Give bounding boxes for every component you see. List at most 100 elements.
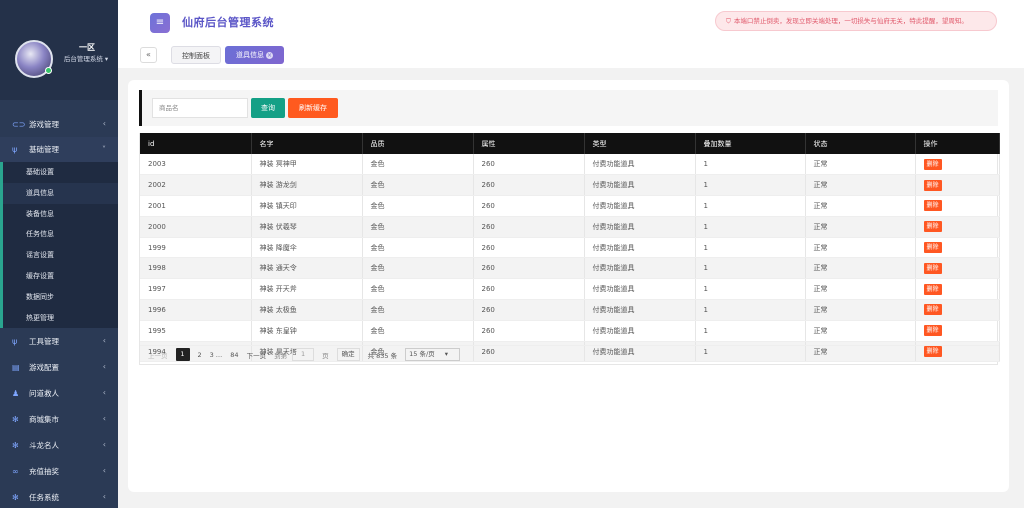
profile-name: 一区 — [79, 43, 95, 52]
table-cell: 正常 — [805, 299, 916, 321]
profile-subtitle-dropdown[interactable]: 后台管理系统 ▾ — [54, 53, 118, 63]
table-cell: 付费功能道具 — [584, 195, 696, 217]
next-page-button[interactable]: 下一页 — [247, 350, 267, 360]
goto-label: 到第 — [274, 351, 288, 360]
action-cell: 删除 — [915, 299, 1000, 321]
menu-item-game-manage[interactable]: ⊂⊃ 游戏管理 ‹ — [0, 111, 118, 137]
delete-button[interactable]: 删除 — [923, 200, 942, 212]
submenu-basic-manage: 基础设置 道具信息 装备信息 任务信息 谣言设置 缓存设置 数据同步 热更管理 — [0, 162, 118, 329]
product-name-input[interactable] — [152, 98, 248, 118]
chevron-left-icon: ‹ — [102, 388, 106, 398]
query-button[interactable]: 查询 — [251, 98, 285, 118]
refresh-cache-button[interactable]: 刷新缓存 — [288, 98, 338, 118]
action-cell: 删除 — [915, 216, 1000, 238]
avatar[interactable] — [15, 40, 53, 78]
submenu-item[interactable]: 基础设置 — [3, 162, 118, 183]
table-cell: 金色 — [362, 154, 474, 176]
table-cell: 260 — [473, 195, 585, 217]
submenu-item[interactable]: 任务信息 — [3, 224, 118, 245]
submenu-item[interactable]: 装备信息 — [3, 204, 118, 225]
page-number[interactable]: 3 — [210, 351, 214, 359]
tab-item-info[interactable]: 道具信息 × — [225, 46, 284, 64]
table-cell: 260 — [473, 216, 585, 238]
table-row: 1995 神装 东皇钟 金色 260 付费功能道具 1 正常 删除 — [140, 320, 1000, 342]
prev-page-button[interactable]: 上一页 — [148, 350, 168, 360]
chevron-left-icon: ‹ — [102, 466, 106, 476]
column-header[interactable]: 属性 — [473, 133, 585, 154]
close-icon[interactable]: × — [266, 51, 273, 59]
table-cell: 1 — [695, 299, 806, 321]
submenu-item[interactable]: 热更管理 — [3, 308, 118, 329]
page-unit-label: 页 — [322, 351, 329, 360]
submenu-item[interactable]: 数据同步 — [3, 287, 118, 308]
column-header[interactable]: 叠加数量 — [695, 133, 806, 154]
delete-button[interactable]: 删除 — [923, 262, 942, 274]
gear-icon: ✻ — [12, 492, 19, 502]
submenu-item-active[interactable]: 道具信息 — [3, 182, 118, 204]
goto-page-input[interactable]: 1 — [292, 348, 315, 361]
action-cell: 删除 — [915, 174, 1000, 197]
utensils-icon: ψ — [12, 336, 18, 346]
page-size-select[interactable]: 15 条/页 ▾ — [405, 348, 460, 361]
table-cell: 付费功能道具 — [584, 174, 696, 197]
chevron-left-icon: ‹ — [102, 336, 106, 346]
menu-item-basic-manage[interactable]: ψ 基础管理 ˅ — [0, 137, 118, 162]
delete-button[interactable]: 删除 — [923, 304, 942, 316]
table-cell: 1995 — [140, 320, 252, 342]
table-row: 1998 神装 通天令 金色 260 付费功能道具 1 正常 删除 — [140, 257, 1000, 280]
table-row: 1996 神装 太极鱼 金色 260 付费功能道具 1 正常 删除 — [140, 299, 1000, 321]
table-row: 2001 神装 镇天印 金色 260 付费功能道具 1 正常 删除 — [140, 195, 1000, 217]
delete-button[interactable]: 删除 — [923, 242, 942, 254]
table-cell: 神装 游龙剑 — [251, 174, 363, 197]
menu-item-label: 任务系统 — [29, 492, 59, 502]
column-header[interactable]: 状态 — [805, 133, 916, 154]
table-row: 2003 神装 冥神甲 金色 260 付费功能道具 1 正常 删除 — [140, 154, 1000, 176]
menu-item-label: 游戏管理 — [29, 119, 59, 129]
menu-item-dragon-celebrity[interactable]: ✻ 斗龙名人 ‹ — [0, 432, 118, 458]
menu-item-rescue[interactable]: ♟ 问道救人 ‹ — [0, 380, 118, 406]
table-cell: 1996 — [140, 299, 252, 321]
page-number[interactable]: 2 — [198, 351, 202, 359]
gamepad-icon: ⊂⊃ — [12, 119, 26, 129]
action-cell: 删除 — [915, 320, 1000, 342]
search-bar: 查询 刷新缓存 — [139, 90, 998, 126]
column-header[interactable]: 名字 — [251, 133, 363, 154]
delete-button[interactable]: 删除 — [923, 179, 942, 191]
menu-item-task-system[interactable]: ✻ 任务系统 ‹ — [0, 484, 118, 508]
tabs-scroll-left-button[interactable]: « — [140, 47, 157, 63]
table-cell: 260 — [473, 299, 585, 321]
column-header[interactable]: 操作 — [915, 133, 1000, 154]
delete-button[interactable]: 删除 — [923, 325, 942, 337]
menu-item-label: 充值抽奖 — [29, 466, 59, 476]
menu-item-label: 工具管理 — [29, 336, 59, 346]
warning-text: 本端口禁止倒卖，发现立即关端处理，一切损失与仙府无关，特此提醒，望周知。 — [733, 17, 968, 25]
goto-confirm-button[interactable]: 确定 — [336, 348, 360, 361]
delete-button[interactable]: 删除 — [923, 158, 942, 170]
menu-item-market[interactable]: ✻ 商城集市 ‹ — [0, 406, 118, 432]
delete-button[interactable]: 删除 — [923, 221, 942, 233]
table-cell: 1999 — [140, 237, 252, 259]
page-number-current[interactable]: 1 — [175, 348, 190, 361]
delete-button[interactable]: 删除 — [923, 283, 942, 295]
double-chevron-left-icon: « — [146, 50, 151, 59]
menu-item-recharge-lottery[interactable]: ∞ 充值抽奖 ‹ — [0, 458, 118, 484]
column-header[interactable]: 品质 — [362, 133, 474, 154]
table-cell: 正常 — [805, 195, 916, 217]
table-cell: 2002 — [140, 174, 252, 197]
submenu-item[interactable]: 缓存设置 — [3, 266, 118, 287]
page-number-last[interactable]: 84 — [230, 351, 238, 359]
table-cell: 260 — [473, 278, 585, 301]
column-header[interactable]: 类型 — [584, 133, 696, 154]
chevron-left-icon: ‹ — [102, 414, 106, 424]
table-cell: 1 — [695, 237, 806, 259]
table-cell: 1 — [695, 320, 806, 342]
column-header[interactable]: id — [140, 133, 252, 154]
tab-dashboard[interactable]: 控制面板 — [171, 46, 221, 64]
menu-item-tool-manage[interactable]: ψ 工具管理 ‹ — [0, 328, 118, 354]
table-cell: 1998 — [140, 257, 252, 280]
menu-item-game-config[interactable]: ▤ 游戏配置 ‹ — [0, 354, 118, 380]
submenu-item[interactable]: 谣言设置 — [3, 245, 118, 266]
menu-toggle-button[interactable]: ≡ — [150, 13, 170, 33]
menu-item-label: 商城集市 — [29, 414, 59, 424]
table-cell: 金色 — [362, 257, 474, 280]
